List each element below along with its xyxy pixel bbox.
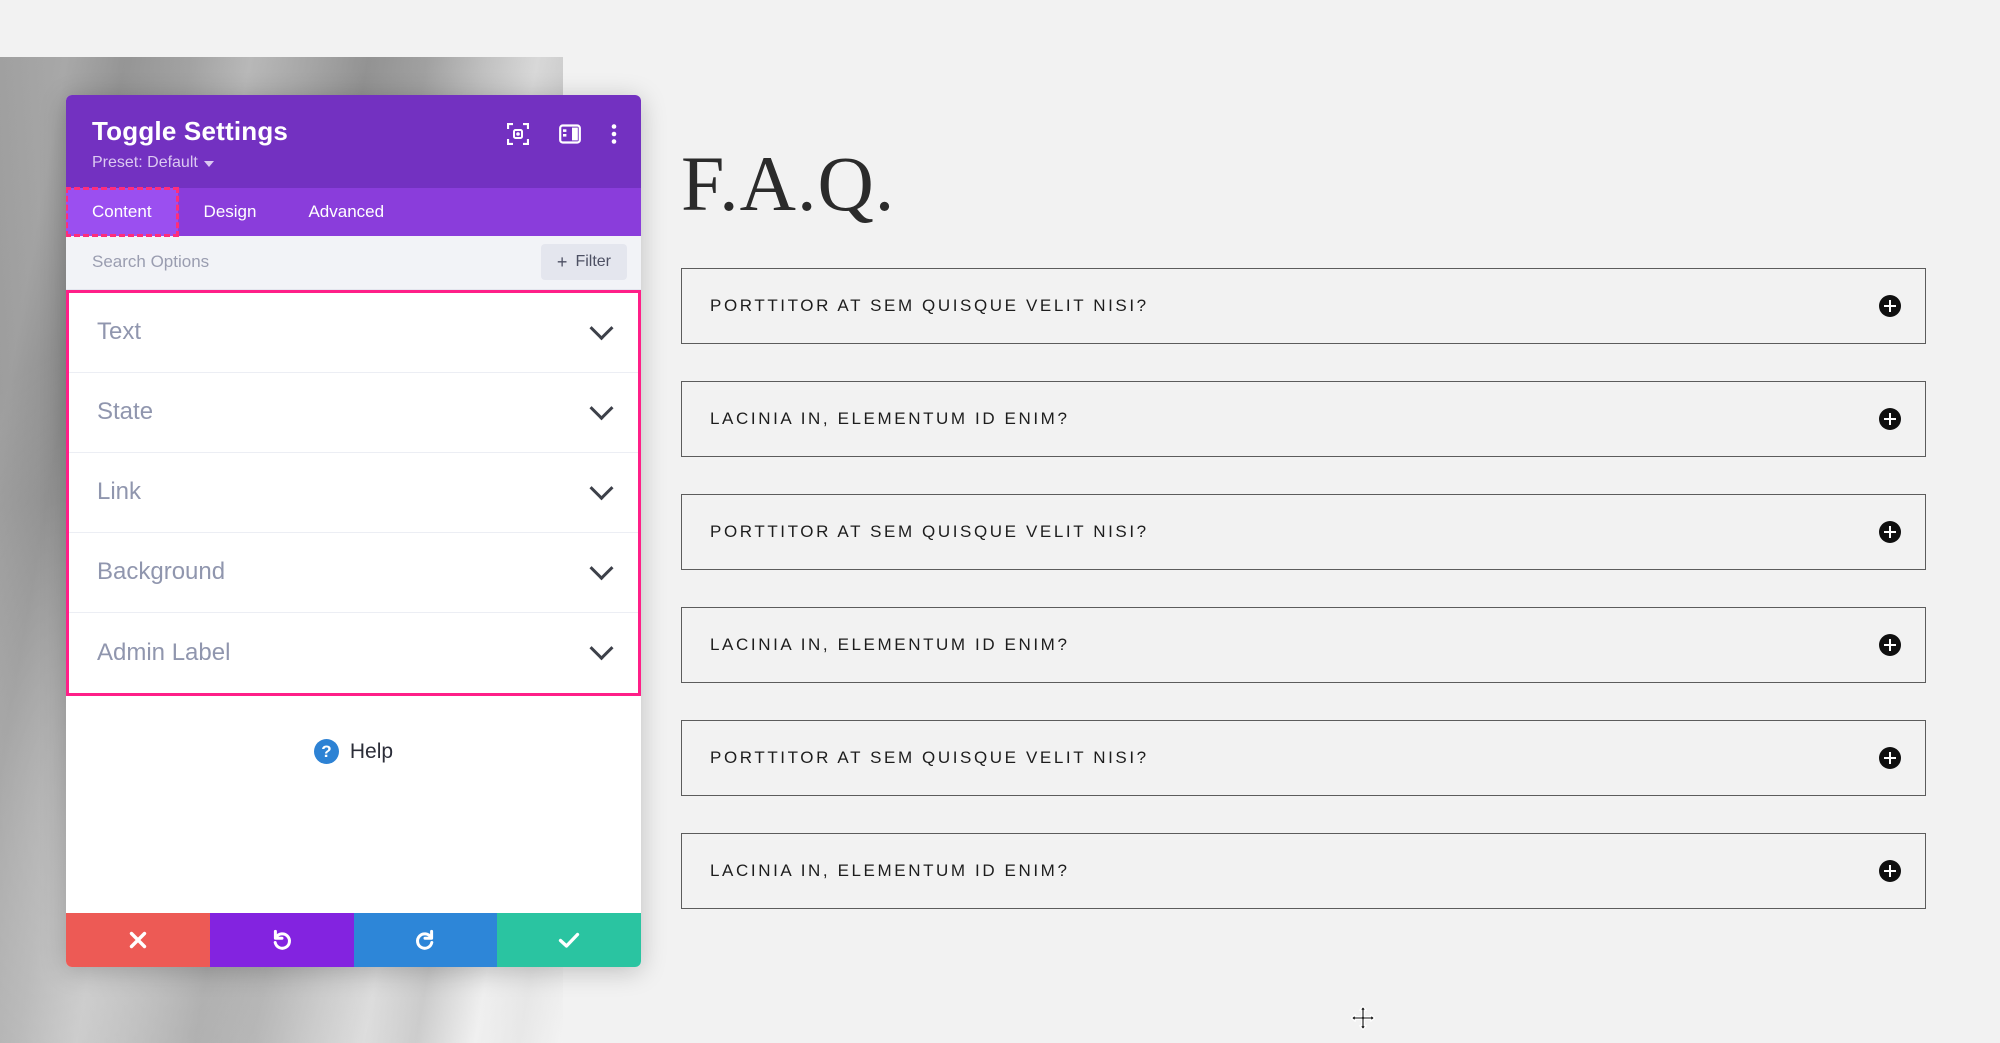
accordion-label: Admin Label xyxy=(97,638,231,666)
redo-button[interactable] xyxy=(353,913,498,967)
faq-question: PORTTITOR AT SEM QUISQUE VELIT NISI? xyxy=(710,748,1149,767)
accordion-label: Background xyxy=(97,558,226,586)
faq-question: LACINIA IN, ELEMENTUM ID ENIM? xyxy=(710,861,1070,880)
check-icon xyxy=(558,932,580,948)
faq-question: LACINIA IN, ELEMENTUM ID ENIM? xyxy=(710,635,1070,654)
accordion-item-admin-label[interactable]: Admin Label xyxy=(69,612,638,693)
plus-circle-icon[interactable] xyxy=(1879,860,1901,882)
faq-toggle-list: PORTTITOR AT SEM QUISQUE VELIT NISI? LAC… xyxy=(681,268,1926,946)
accordion-label: Link xyxy=(97,478,142,506)
filter-label: Filter xyxy=(575,253,611,271)
plus-icon: + xyxy=(556,252,568,273)
plus-circle-icon[interactable] xyxy=(1879,634,1901,656)
accordion-label: State xyxy=(97,398,154,426)
search-input[interactable] xyxy=(92,252,541,273)
plus-circle-icon[interactable] xyxy=(1879,521,1901,543)
undo-button[interactable] xyxy=(209,913,354,967)
faq-toggle-item[interactable]: PORTTITOR AT SEM QUISQUE VELIT NISI? xyxy=(681,268,1926,344)
redo-icon xyxy=(416,929,434,950)
plus-circle-icon[interactable] xyxy=(1879,408,1901,430)
close-icon xyxy=(129,931,147,949)
settings-tabs: Content Design Advanced xyxy=(66,186,641,237)
chevron-down-icon xyxy=(589,316,614,341)
chevron-down-icon xyxy=(589,396,614,421)
faq-toggle-item[interactable]: PORTTITOR AT SEM QUISQUE VELIT NISI? xyxy=(681,494,1926,570)
filter-button[interactable]: + Filter xyxy=(540,244,627,281)
tab-design[interactable]: Design xyxy=(178,188,283,236)
faq-question: LACINIA IN, ELEMENTUM ID ENIM? xyxy=(710,409,1070,428)
action-bar xyxy=(66,913,641,967)
accordion-label: Text xyxy=(97,318,142,346)
faq-toggle-item[interactable]: PORTTITOR AT SEM QUISQUE VELIT NISI? xyxy=(681,720,1926,796)
faq-toggle-item[interactable]: LACINIA IN, ELEMENTUM ID ENIM? xyxy=(681,381,1926,457)
question-mark-icon: ? xyxy=(313,739,339,765)
accordion-item-text[interactable]: Text xyxy=(69,292,638,373)
settings-accordion-group: Text State Link Background Admin Label xyxy=(66,289,641,696)
faq-question: PORTTITOR AT SEM QUISQUE VELIT NISI? xyxy=(710,522,1149,541)
tab-advanced[interactable]: Advanced xyxy=(282,188,410,236)
close-button[interactable] xyxy=(66,913,210,967)
more-vertical-icon[interactable] xyxy=(611,123,617,145)
faq-heading: F.A.Q. xyxy=(681,140,896,227)
accordion-item-state[interactable]: State xyxy=(69,372,638,453)
save-button[interactable] xyxy=(497,913,641,967)
help-area: ? Help xyxy=(66,695,641,913)
tab-content[interactable]: Content xyxy=(66,186,179,237)
chevron-down-icon xyxy=(203,160,214,167)
chevron-down-icon xyxy=(589,556,614,581)
faq-toggle-item[interactable]: LACINIA IN, ELEMENTUM ID ENIM? xyxy=(681,833,1926,909)
plus-circle-icon[interactable] xyxy=(1879,295,1901,317)
panel-header: Toggle Settings Preset: Default xyxy=(66,95,641,188)
search-row: + Filter xyxy=(66,235,641,290)
faq-question: PORTTITOR AT SEM QUISQUE VELIT NISI? xyxy=(710,296,1149,315)
accordion-item-background[interactable]: Background xyxy=(69,532,638,613)
preset-selector[interactable]: Preset: Default xyxy=(92,154,214,172)
help-label: Help xyxy=(349,739,394,763)
header-icon-group xyxy=(506,122,617,146)
panel-layout-icon[interactable] xyxy=(559,123,581,145)
toggle-settings-modal: Toggle Settings Preset: Default Content … xyxy=(66,95,641,967)
chevron-down-icon xyxy=(589,636,614,661)
chevron-down-icon xyxy=(589,476,614,501)
faq-section: F.A.Q. PORTTITOR AT SEM QUISQUE VELIT NI… xyxy=(681,0,1926,1043)
faq-toggle-item[interactable]: LACINIA IN, ELEMENTUM ID ENIM? xyxy=(681,607,1926,683)
undo-icon xyxy=(273,929,291,950)
focus-target-icon[interactable] xyxy=(506,122,530,146)
screen: Toggle Settings Preset: Default Content … xyxy=(0,0,2000,1043)
accordion-item-link[interactable]: Link xyxy=(69,452,638,533)
plus-circle-icon[interactable] xyxy=(1879,747,1901,769)
preset-label: Preset: Default xyxy=(92,153,198,171)
help-button[interactable]: ? Help xyxy=(313,738,394,766)
